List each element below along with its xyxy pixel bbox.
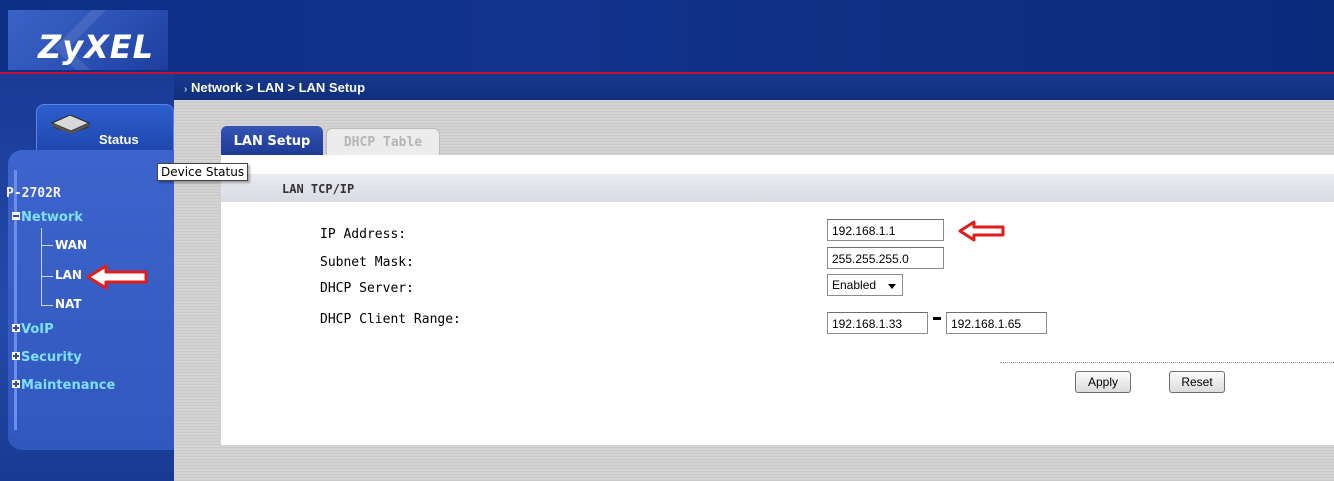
- red-arrow-icon: [86, 264, 148, 290]
- status-label: Status: [99, 132, 139, 147]
- section-header: [221, 174, 1334, 202]
- dhcp-range-end-input[interactable]: 192.168.1.65: [946, 312, 1047, 334]
- apply-button[interactable]: Apply: [1075, 371, 1131, 393]
- section-title: LAN TCP/IP: [282, 182, 355, 196]
- nav-item-lan[interactable]: LAN: [55, 268, 82, 282]
- dhcp-server-value: Enabled: [832, 278, 877, 292]
- breadcrumb: › Network > LAN > LAN Setup: [184, 80, 365, 95]
- nav-voip[interactable]: VoIP: [12, 322, 54, 337]
- subnet-mask-input[interactable]: 255.255.255.0: [827, 247, 944, 269]
- dhcp-server-label: DHCP Server:: [320, 281, 414, 296]
- reset-button[interactable]: Reset: [1169, 371, 1225, 393]
- chevron-down-icon: [888, 284, 896, 289]
- nav-security-label: Security: [21, 350, 82, 365]
- header-banner: [0, 0, 1334, 73]
- tree-branch: [41, 245, 53, 246]
- range-separator: [933, 317, 941, 320]
- router-icon: [50, 114, 91, 134]
- nav-security[interactable]: Security: [12, 350, 82, 365]
- logo-box: ZyXEL: [8, 10, 168, 70]
- nav-item-nat[interactable]: NAT: [55, 297, 82, 311]
- nav-voip-label: VoIP: [21, 322, 54, 337]
- dhcp-server-select[interactable]: Enabled: [827, 274, 903, 296]
- ip-address-input[interactable]: 192.168.1.1: [827, 219, 944, 241]
- tab-dhcp-table[interactable]: DHCP Table: [326, 128, 440, 157]
- ip-address-label: IP Address:: [320, 227, 407, 242]
- device-name: P-2702R: [6, 186, 61, 201]
- nav-maintenance[interactable]: Maintenance: [12, 378, 115, 393]
- tree-branch: [41, 305, 53, 306]
- nav-network-label: Network: [21, 210, 83, 225]
- nav-network[interactable]: Network: [12, 210, 83, 225]
- subnet-mask-label: Subnet Mask:: [320, 255, 414, 270]
- expand-plus-icon: [12, 324, 20, 332]
- red-arrow-icon: [958, 220, 1005, 242]
- expand-plus-icon: [12, 352, 20, 360]
- expand-plus-icon: [12, 380, 20, 388]
- tab-lan-setup[interactable]: LAN Setup: [221, 126, 323, 156]
- dhcp-range-label: DHCP Client Range:: [320, 312, 461, 327]
- dhcp-range-start-input[interactable]: 192.168.1.33: [827, 312, 928, 334]
- nav-item-wan[interactable]: WAN: [55, 238, 87, 252]
- tooltip: Device Status: [157, 163, 249, 181]
- breadcrumb-text: Network > LAN > LAN Setup: [190, 80, 366, 95]
- separator-line: [1000, 362, 1334, 363]
- collapse-minus-icon: [12, 212, 20, 220]
- nav-maintenance-label: Maintenance: [21, 378, 116, 393]
- breadcrumb-bullet-icon: ›: [184, 84, 188, 95]
- zyxel-logo: ZyXEL: [38, 28, 154, 66]
- tree-branch: [41, 276, 53, 277]
- tree-line: [41, 228, 42, 306]
